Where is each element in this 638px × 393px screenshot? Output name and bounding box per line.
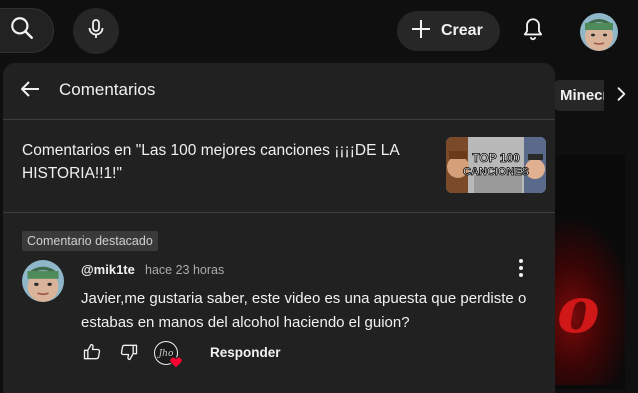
voice-search-button[interactable] [73,8,119,54]
comments-panel: Comentarios Comentarios en "Las 100 mejo… [3,63,555,393]
video-context: Comentarios en "Las 100 mejores cancione… [3,120,555,213]
notifications-button[interactable] [514,12,552,50]
create-label: Crear [441,22,483,39]
plus-icon [409,17,433,46]
background-video-thumbnail[interactable]: o [555,155,625,389]
thumbs-down-icon [119,342,139,367]
bell-icon [520,16,546,47]
account-avatar[interactable] [580,13,618,51]
top-bar: Crear [0,0,638,62]
pinned-badge: Comentario destacado [22,231,158,251]
dislike-button[interactable] [118,343,140,365]
search-button[interactable] [0,8,54,53]
heart-icon [169,356,183,369]
arrow-left-icon [18,77,42,106]
thumb-title-2: CANCIONES [463,166,529,178]
microphone-icon [84,17,108,46]
more-vertical-icon [518,258,524,283]
panel-title: Comentarios [59,80,156,99]
thumb-title-1: TOP 100 [472,151,520,165]
comment-author[interactable]: @mik1te [81,262,135,277]
chevron-right-icon [611,84,631,109]
create-button[interactable]: Crear [397,11,500,51]
comment-text: Javier,me gustaria saber, este video es … [81,290,527,331]
chips-next-button[interactable] [604,78,638,114]
like-button[interactable] [81,343,103,365]
video-thumbnail[interactable]: TOP 100 CANCIONES [446,137,546,193]
context-text: Comentarios en "Las 100 mejores cancione… [22,142,399,182]
back-button[interactable] [17,78,43,104]
comment-avatar[interactable] [22,260,64,302]
comments-header: Comentarios [3,63,555,120]
reply-button[interactable]: Responder [210,345,281,360]
creator-heart-badge: Jho [153,340,183,370]
chip-minecraft[interactable]: Minecraft [552,80,610,111]
thumbs-up-icon [82,342,102,367]
comment-time[interactable]: hace 23 horas [145,263,224,277]
search-icon [9,15,35,46]
comment-menu-button[interactable] [509,258,533,282]
